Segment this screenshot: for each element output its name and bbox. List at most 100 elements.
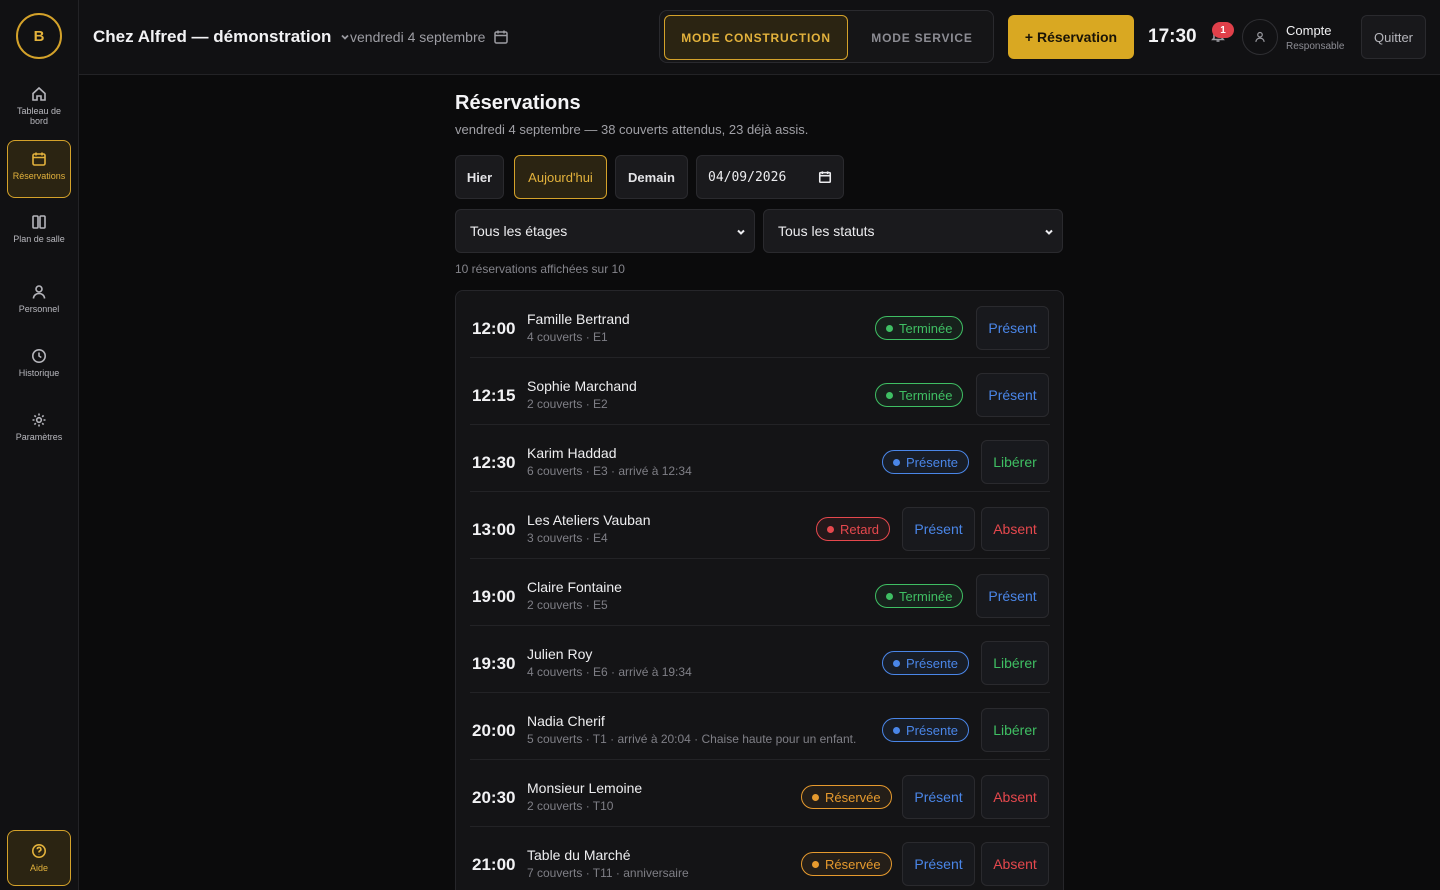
clock: 17:30	[1148, 26, 1197, 47]
account-role: Responsable	[1286, 41, 1345, 52]
columns-icon	[32, 215, 46, 229]
status-badge: Présente	[882, 651, 970, 675]
reservation-row[interactable]: 19:00 Claire Fontaine 2 couverts · E5 Prése…	[470, 559, 1050, 626]
reservation-row[interactable]: 12:00 Famille Bertrand 4 couverts · E1 Prés…	[470, 291, 1050, 358]
account-name[interactable]: Compte	[1286, 23, 1332, 38]
reservation-time: 12:15	[472, 386, 516, 405]
floor-filter-select[interactable]: Tous les étages	[455, 209, 755, 253]
sidebar-item-floor-plan[interactable]: Plan de salle	[7, 204, 71, 262]
mode-service-button[interactable]: MODE SERVICE	[852, 15, 992, 60]
reservation-details: 4 couverts · E1	[527, 330, 608, 344]
help-label: Aide	[29, 863, 48, 873]
reservation-row[interactable]: 20:30 Monsieur Lemoine 2 couverts · T10 Abs…	[470, 760, 1050, 827]
reservation-row[interactable]: 12:30 Karim Haddad 6 couverts · E3 · arriv…	[470, 425, 1050, 492]
status-dot-icon	[886, 324, 893, 332]
status-label: Terminée	[899, 387, 953, 403]
sidebar-item-label: Paramètres	[15, 432, 63, 442]
guest-name: Julien Roy	[527, 646, 593, 662]
sidebar-item-settings[interactable]: Paramètres	[7, 402, 71, 460]
status-label: Réservée	[825, 856, 881, 872]
status-dot-icon	[812, 793, 819, 801]
page-subtitle: vendredi 4 septembre — 38 couverts atten…	[455, 122, 809, 137]
release-button[interactable]: Libérer	[981, 641, 1049, 685]
present-button[interactable]: Présent	[902, 507, 975, 551]
sidebar-item-staff[interactable]: Personnel	[7, 274, 71, 332]
sidebar-item-reservations[interactable]: Réservations	[7, 140, 71, 198]
venue-selector[interactable]: Chez Alfred — démonstration	[93, 27, 351, 47]
status-filter-select[interactable]: Tous les statuts	[763, 209, 1063, 253]
reservation-row[interactable]: 13:00 Les Ateliers Vauban 3 couverts · E4 A…	[470, 492, 1050, 559]
status-label: Terminée	[899, 320, 953, 336]
reservation-time: 21:00	[472, 855, 516, 874]
present-button[interactable]: Présent	[976, 306, 1049, 350]
reservation-details: 2 couverts · E2	[527, 397, 608, 411]
release-button[interactable]: Libérer	[981, 440, 1049, 484]
status-dot-icon	[893, 458, 900, 466]
calendar-icon	[32, 152, 46, 166]
reservation-time: 13:00	[472, 520, 516, 539]
reservation-time: 19:30	[472, 654, 516, 673]
reservation-time: 20:00	[472, 721, 516, 740]
sidebar-item-dashboard[interactable]: Tableau de bord	[7, 76, 71, 134]
sidebar: B Tableau de bord Réservations Plan de s…	[0, 0, 79, 890]
status-badge: Terminée	[875, 383, 964, 407]
date-picker-input[interactable]: 04/09/2026	[696, 155, 844, 199]
yesterday-button[interactable]: Hier	[455, 155, 504, 199]
mode-switcher: MODE CONSTRUCTION MODE SERVICE	[659, 10, 994, 63]
reservation-details: 7 couverts · T11 · anniversaire	[527, 866, 689, 880]
status-badge: Présente	[882, 450, 970, 474]
absent-button[interactable]: Absent	[981, 842, 1049, 886]
sidebar-item-label: Historique	[18, 368, 60, 378]
tomorrow-button[interactable]: Demain	[615, 155, 688, 199]
new-reservation-button[interactable]: + Réservation	[1008, 15, 1134, 59]
user-icon	[32, 285, 46, 299]
home-icon	[32, 86, 46, 101]
top-date[interactable]: vendredi 4 septembre	[350, 29, 509, 45]
status-dot-icon	[827, 525, 834, 533]
gear-icon	[32, 413, 46, 427]
floor-filter-value: Tous les étages	[470, 223, 568, 239]
status-dot-icon	[893, 726, 900, 734]
top-date-text: vendredi 4 septembre	[350, 29, 486, 45]
quit-button[interactable]: Quitter	[1361, 15, 1426, 59]
top-bar: Chez Alfred — démonstration vendredi 4 s…	[79, 0, 1440, 75]
avatar[interactable]	[1242, 19, 1278, 55]
reservation-details: 6 couverts · E3 · arrivé à 12:34	[527, 464, 692, 478]
reservation-row[interactable]: 12:15 Sophie Marchand 2 couverts · E2 Prése…	[470, 358, 1050, 425]
today-button[interactable]: Aujourd'hui	[514, 155, 607, 199]
status-label: Terminée	[899, 588, 953, 604]
present-button[interactable]: Présent	[976, 373, 1049, 417]
brand-logo[interactable]: B	[16, 13, 62, 59]
mode-construction-button[interactable]: MODE CONSTRUCTION	[664, 15, 848, 60]
user-icon	[1255, 31, 1265, 42]
sidebar-item-history[interactable]: Historique	[7, 338, 71, 396]
release-button[interactable]: Libérer	[981, 708, 1049, 752]
status-badge: Présente	[882, 718, 970, 742]
status-dot-icon	[886, 391, 893, 399]
absent-button[interactable]: Absent	[981, 507, 1049, 551]
guest-name: Table du Marché	[527, 847, 631, 863]
status-badge: Réservée	[801, 785, 892, 809]
absent-button[interactable]: Absent	[981, 775, 1049, 819]
date-value: 04/09/2026	[708, 169, 787, 185]
status-filter-value: Tous les statuts	[778, 223, 875, 239]
venue-name: Chez Alfred — démonstration	[93, 27, 332, 46]
calendar-icon	[494, 30, 509, 44]
reservation-time: 12:00	[472, 319, 516, 338]
notification-badge: 1	[1212, 22, 1234, 38]
reservation-details: 3 couverts · E4	[527, 531, 608, 545]
present-button[interactable]: Présent	[902, 842, 975, 886]
reservation-row[interactable]: 21:00 Table du Marché 7 couverts · T11 · a…	[470, 827, 1050, 890]
present-button[interactable]: Présent	[976, 574, 1049, 618]
sidebar-item-label: Plan de salle	[13, 234, 65, 244]
reservation-time: 12:30	[472, 453, 516, 472]
reservation-row[interactable]: 19:30 Julien Roy 4 couverts · E6 · arrivé …	[470, 626, 1050, 693]
guest-name: Monsieur Lemoine	[527, 780, 643, 796]
help-button[interactable]: Aide	[7, 830, 71, 886]
page-title: Réservations	[455, 92, 581, 114]
guest-name: Les Ateliers Vauban	[527, 512, 651, 528]
reservation-details: 5 couverts · T1 · arrivé à 20:04 · Chais…	[527, 732, 857, 746]
present-button[interactable]: Présent	[902, 775, 975, 819]
reservation-row[interactable]: 20:00 Nadia Cherif 5 couverts · T1 · arriv…	[470, 693, 1050, 760]
reservation-time: 19:00	[472, 587, 516, 606]
